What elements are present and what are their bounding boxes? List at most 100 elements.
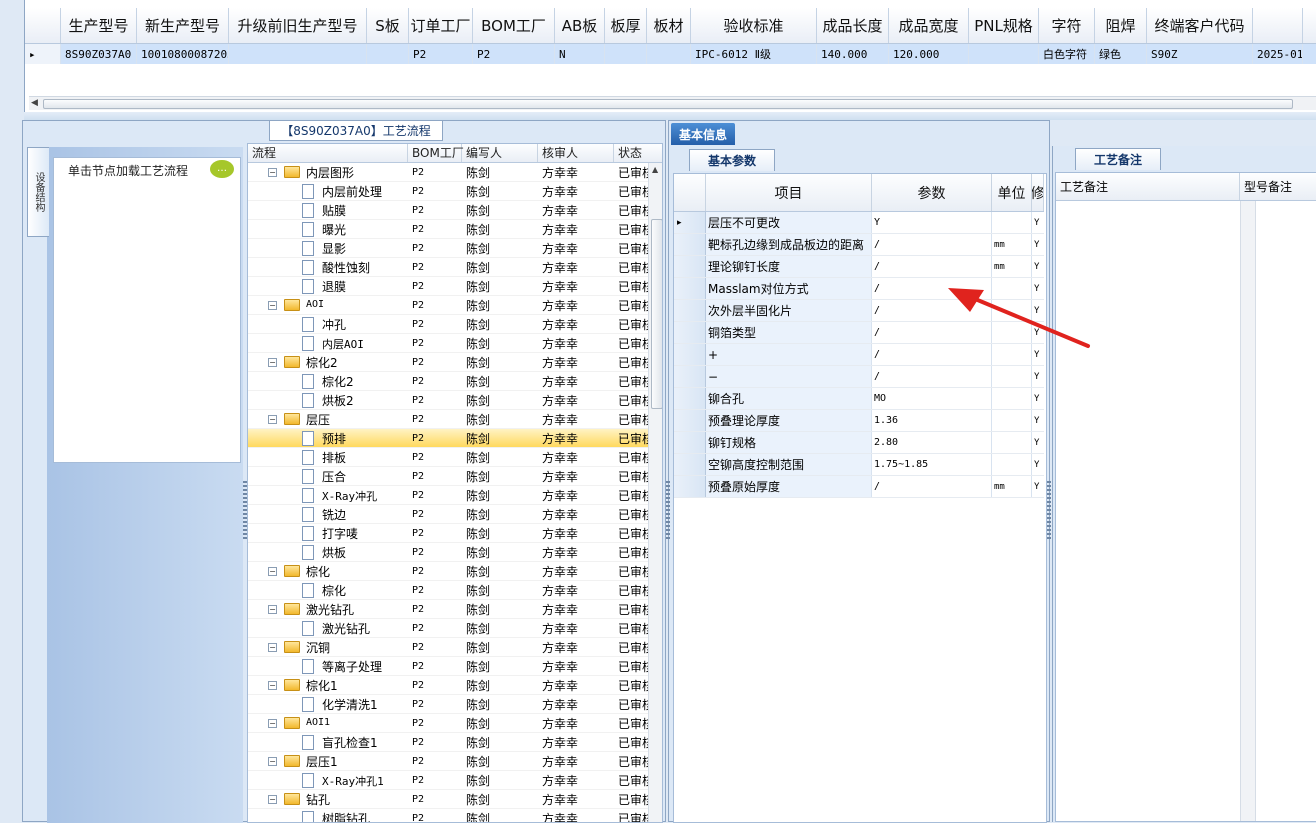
tree-node[interactable]: X-Ray冲孔1 (248, 771, 408, 790)
row-indicator[interactable] (674, 256, 706, 277)
params-column-header[interactable]: 单位 (992, 174, 1032, 211)
tree-node[interactable]: 显影 (248, 239, 408, 258)
tree-row[interactable]: −棕化2P2陈剑方幸幸已审核 (248, 353, 648, 372)
row-indicator[interactable] (674, 300, 706, 321)
params-column-header[interactable]: 修 (1032, 174, 1044, 211)
params-column-header[interactable]: 参数 (872, 174, 992, 211)
tree-row[interactable]: 铣边P2陈剑方幸幸已审核 (248, 505, 648, 524)
tree-row[interactable]: 盲孔检查1P2陈剑方幸幸已审核 (248, 733, 648, 752)
params-row[interactable]: +/Y (674, 344, 1044, 366)
column-header[interactable]: 生产型号 (61, 8, 137, 43)
params-row[interactable]: ▸层压不可更改YY (674, 212, 1044, 234)
tab-process-flow[interactable]: 【8S90Z037A0】工艺流程 (269, 121, 443, 141)
tree-node[interactable]: 等离子处理 (248, 657, 408, 676)
row-indicator[interactable]: ▸ (25, 44, 61, 64)
collapse-icon[interactable]: − (268, 567, 277, 576)
tree-node[interactable]: 铣边 (248, 505, 408, 524)
column-header[interactable]: 新生产型号 (137, 8, 229, 43)
params-column-header[interactable]: 项目 (706, 174, 872, 211)
tree-node[interactable]: 排板 (248, 448, 408, 467)
param-value-cell[interactable]: / (872, 344, 992, 365)
tab-basic-params[interactable]: 基本参数 (689, 149, 775, 171)
tree-column-header[interactable]: 状态 (614, 144, 663, 162)
scroll-up-icon[interactable]: ▲ (652, 165, 658, 174)
top-grid-row[interactable]: ▸8S90Z037A010010800087203P2P2NIPC-6012 Ⅱ… (25, 44, 1316, 64)
row-indicator[interactable] (674, 476, 706, 497)
column-header[interactable]: 字符 (1039, 8, 1095, 43)
param-value-cell[interactable]: Y (872, 212, 992, 233)
params-row[interactable]: 预叠理论厚度1.36Y (674, 410, 1044, 432)
tree-node[interactable]: −AOI (248, 296, 408, 315)
params-row[interactable]: 铆合孔MOY (674, 388, 1044, 410)
params-row[interactable]: −/Y (674, 366, 1044, 388)
tree-node[interactable]: −棕化1 (248, 676, 408, 695)
horizontal-scrollbar[interactable]: ◀ (29, 96, 1316, 110)
collapse-icon[interactable]: − (268, 719, 277, 728)
tree-column-header[interactable]: 核审人 (538, 144, 614, 162)
tree-row[interactable]: 压合P2陈剑方幸幸已审核 (248, 467, 648, 486)
tree-row[interactable]: −棕化1P2陈剑方幸幸已审核 (248, 676, 648, 695)
vertical-scrollbar[interactable]: ▲ (648, 163, 663, 823)
table-cell[interactable] (229, 44, 367, 64)
tree-node[interactable]: 化学清洗1 (248, 695, 408, 714)
tree-row[interactable]: 棕化P2陈剑方幸幸已审核 (248, 581, 648, 600)
table-cell[interactable] (367, 44, 409, 64)
tree-row[interactable]: 冲孔P2陈剑方幸幸已审核 (248, 315, 648, 334)
tree-node[interactable]: 贴膜 (248, 201, 408, 220)
tree-row[interactable]: 化学清洗1P2陈剑方幸幸已审核 (248, 695, 648, 714)
tree-node[interactable]: −层压1 (248, 752, 408, 771)
tree-node[interactable]: 盲孔检查1 (248, 733, 408, 752)
param-value-cell[interactable]: / (872, 234, 992, 255)
tree-node[interactable]: 烘板 (248, 543, 408, 562)
params-row[interactable]: 预叠原始厚度/mmY (674, 476, 1044, 498)
param-value-cell[interactable]: / (872, 278, 992, 299)
tree-node[interactable]: −棕化2 (248, 353, 408, 372)
row-indicator[interactable] (674, 344, 706, 365)
param-value-cell[interactable]: / (872, 476, 992, 497)
tree-row[interactable]: −AOI1P2陈剑方幸幸已审核 (248, 714, 648, 733)
tree-row[interactable]: 打字唛P2陈剑方幸幸已审核 (248, 524, 648, 543)
tree-row[interactable]: 排板P2陈剑方幸幸已审核 (248, 448, 648, 467)
row-indicator[interactable] (674, 388, 706, 409)
table-cell[interactable] (647, 44, 691, 64)
table-cell[interactable]: 绿色 (1095, 44, 1147, 64)
table-cell[interactable]: P2 (409, 44, 473, 64)
collapse-icon[interactable]: − (268, 301, 277, 310)
tree-node[interactable]: −沉铜 (248, 638, 408, 657)
table-cell[interactable]: S90Z (1147, 44, 1253, 64)
tree-row[interactable]: −层压P2陈剑方幸幸已审核 (248, 410, 648, 429)
params-row[interactable]: 理论铆钉长度/mmY (674, 256, 1044, 278)
tree-node[interactable]: 内层前处理 (248, 182, 408, 201)
row-indicator[interactable] (674, 432, 706, 453)
tree-row[interactable]: −内层图形P2陈剑方幸幸已审核 (248, 163, 648, 182)
tree-node[interactable]: −钻孔 (248, 790, 408, 809)
tree-row[interactable]: X-Ray冲孔1P2陈剑方幸幸已审核 (248, 771, 648, 790)
collapse-icon[interactable]: − (268, 643, 277, 652)
param-value-cell[interactable]: 1.36 (872, 410, 992, 431)
column-header[interactable]: 成品长度 (817, 8, 889, 43)
table-cell[interactable] (969, 44, 1039, 64)
param-value-cell[interactable]: 2.80 (872, 432, 992, 453)
params-row[interactable]: 铆钉规格2.80Y (674, 432, 1044, 454)
tree-row[interactable]: 预排P2陈剑方幸幸已审核 (248, 429, 648, 448)
tree-row[interactable]: 退膜P2陈剑方幸幸已审核 (248, 277, 648, 296)
row-indicator[interactable] (674, 366, 706, 387)
tree-node[interactable]: −激光钻孔 (248, 600, 408, 619)
speech-bubble-icon[interactable]: … (210, 160, 234, 178)
tree-node[interactable]: 酸性蚀刻 (248, 258, 408, 277)
splitter-grip-icon[interactable] (1047, 481, 1051, 541)
tree-node[interactable]: 压合 (248, 467, 408, 486)
table-cell[interactable]: 8S90Z037A0 (61, 44, 137, 64)
tree-row[interactable]: −AOIP2陈剑方幸幸已审核 (248, 296, 648, 315)
column-header[interactable]: 板厚 (605, 8, 647, 43)
params-row[interactable]: 次外层半固化片/Y (674, 300, 1044, 322)
column-header[interactable]: 升级前旧生产型号 (229, 8, 367, 43)
tree-node[interactable]: X-Ray冲孔 (248, 486, 408, 505)
tree-row[interactable]: 贴膜P2陈剑方幸幸已审核 (248, 201, 648, 220)
tree-node[interactable]: 激光钻孔 (248, 619, 408, 638)
tree-node[interactable]: −棕化 (248, 562, 408, 581)
column-header[interactable] (1253, 8, 1303, 43)
tree-row[interactable]: 树脂钻孔P2陈剑方幸幸已审核 (248, 809, 648, 823)
table-cell[interactable]: 10010800087203 (137, 44, 229, 64)
tree-row[interactable]: 等离子处理P2陈剑方幸幸已审核 (248, 657, 648, 676)
